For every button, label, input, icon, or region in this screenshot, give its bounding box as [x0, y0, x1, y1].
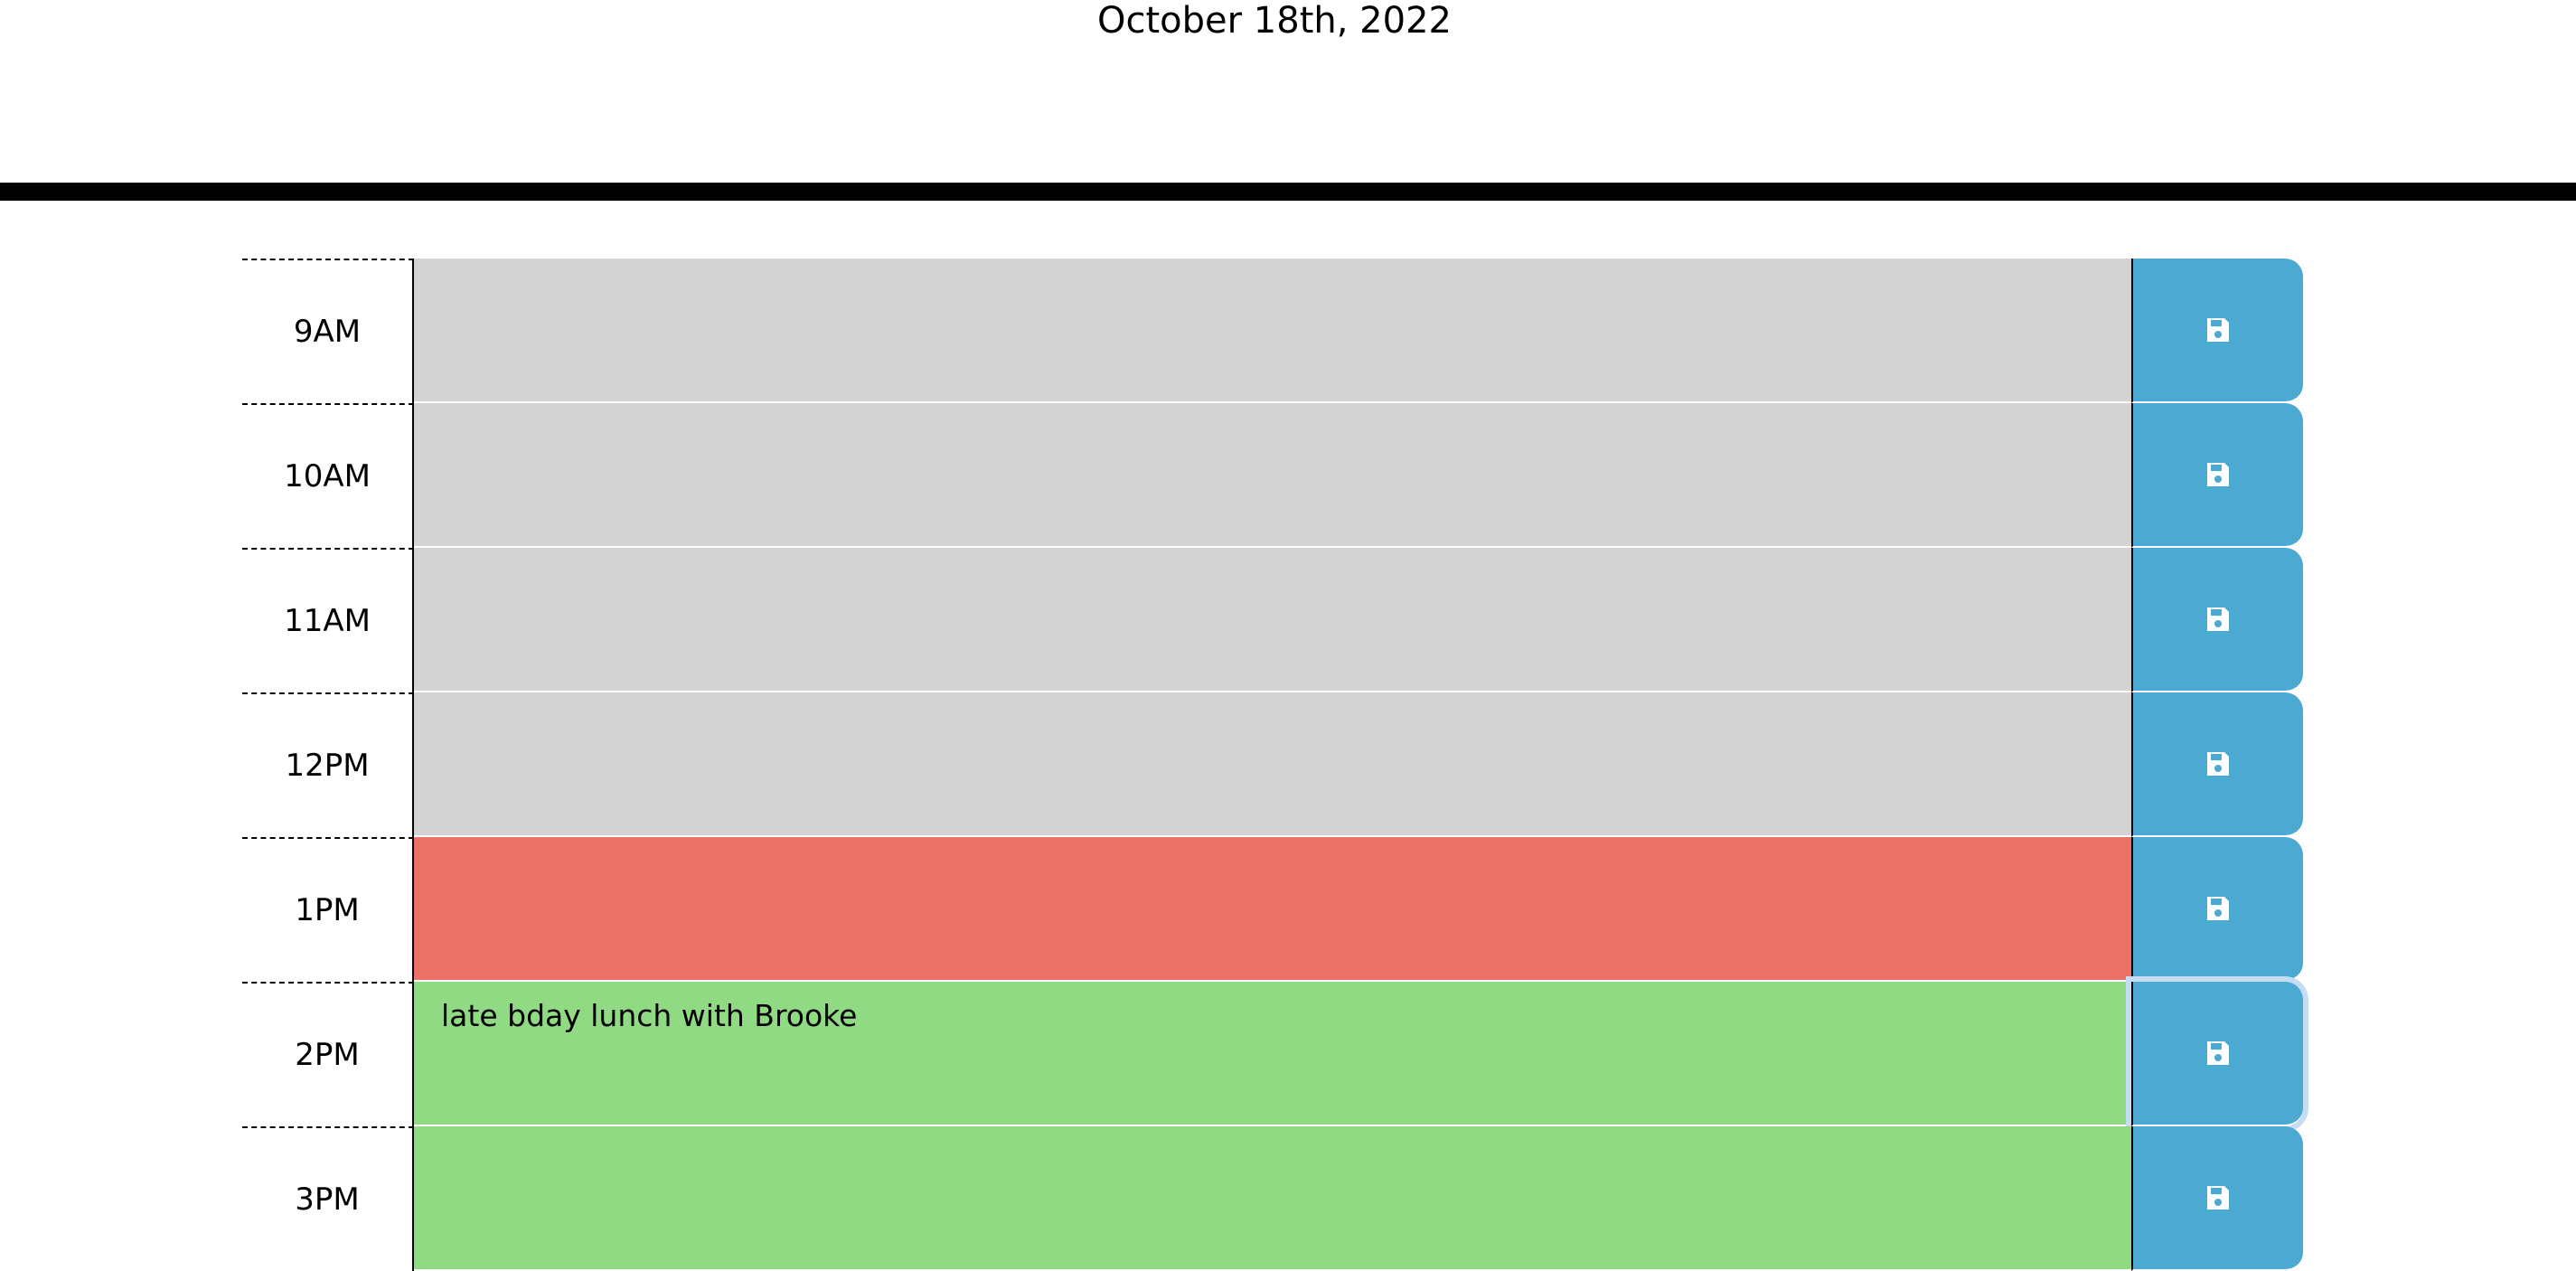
save-button[interactable] [2131, 1126, 2303, 1271]
description-input[interactable] [414, 837, 2131, 982]
description-input[interactable] [414, 692, 2131, 837]
description-input[interactable] [414, 1126, 2131, 1271]
save-button[interactable] [2131, 692, 2303, 837]
time-block-11am: 11AM [242, 548, 2306, 692]
floppy-disk-icon [2207, 607, 2229, 631]
floppy-disk-icon [2207, 1041, 2229, 1065]
save-button[interactable] [2131, 403, 2303, 548]
time-block-12pm: 12PM [242, 692, 2306, 837]
save-button[interactable] [2131, 259, 2303, 403]
floppy-disk-icon [2207, 1186, 2229, 1210]
floppy-disk-icon [2207, 463, 2229, 486]
hour-label: 1PM [242, 837, 414, 982]
description-input[interactable] [414, 403, 2131, 548]
floppy-disk-icon [2207, 752, 2229, 776]
hour-label: 12PM [242, 692, 414, 837]
planner-container: 9AM 10AM 11AM 12PM 1PM 2PM late bday lun… [242, 259, 2306, 1271]
hour-label: 11AM [242, 548, 414, 692]
hour-label: 3PM [242, 1126, 414, 1271]
page-header: October 18th, 2022 [0, 0, 2576, 183]
current-day: October 18th, 2022 [1097, 0, 1452, 42]
save-button[interactable] [2131, 982, 2303, 1126]
save-button[interactable] [2131, 548, 2303, 692]
description-input[interactable] [414, 259, 2131, 403]
time-block-9am: 9AM [242, 259, 2306, 403]
save-button[interactable] [2131, 837, 2303, 982]
floppy-disk-icon [2207, 897, 2229, 920]
description-input[interactable]: late bday lunch with Brooke [414, 982, 2131, 1126]
hour-label: 2PM [242, 982, 414, 1126]
hour-label: 9AM [242, 259, 414, 403]
time-block-2pm: 2PM late bday lunch with Brooke [242, 982, 2306, 1126]
time-block-1pm: 1PM [242, 837, 2306, 982]
time-block-3pm: 3PM [242, 1126, 2306, 1271]
hour-label: 10AM [242, 403, 414, 548]
floppy-disk-icon [2207, 318, 2229, 342]
header-divider [0, 183, 2576, 201]
description-input[interactable] [414, 548, 2131, 692]
time-block-10am: 10AM [242, 403, 2306, 548]
